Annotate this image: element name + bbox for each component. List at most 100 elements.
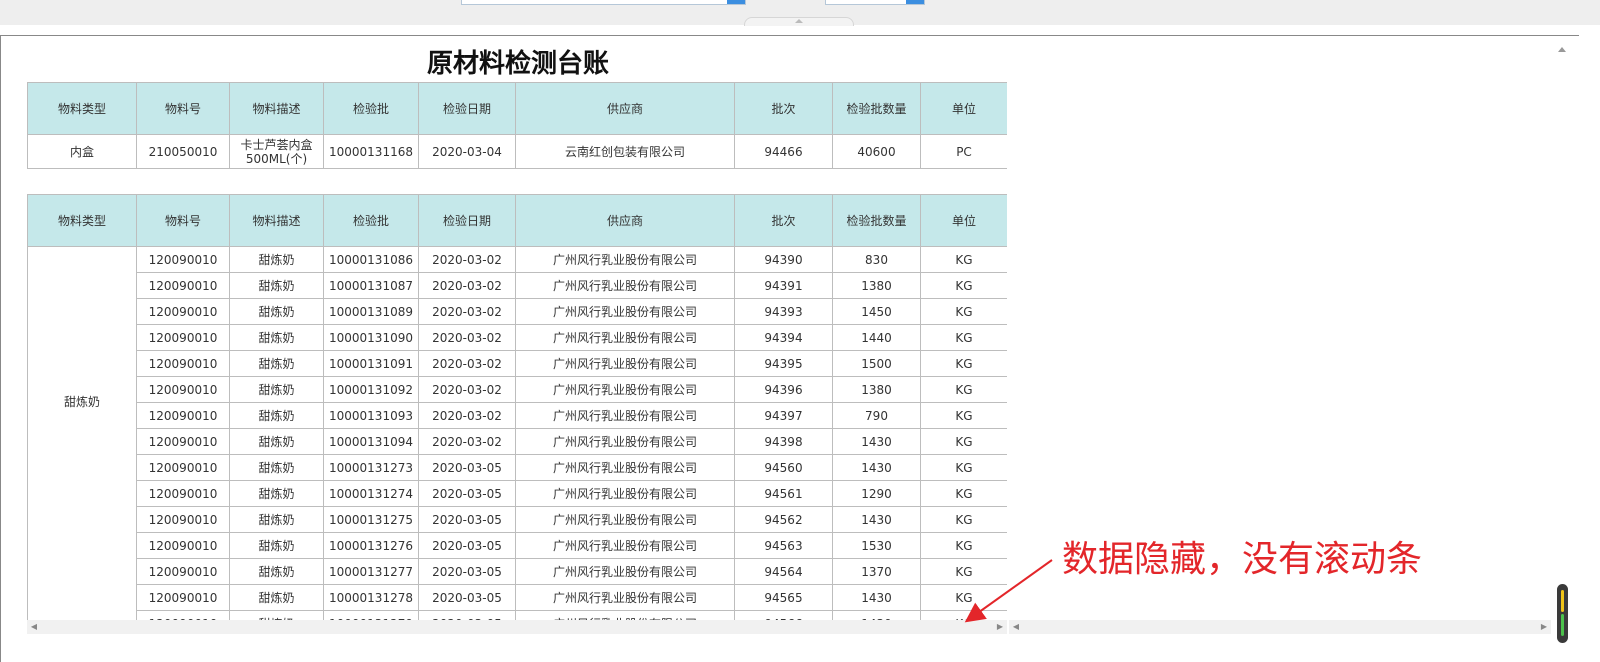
inspection-date-cell: 2020-03-02	[418, 350, 516, 377]
unit-cell: KG	[920, 506, 1007, 533]
material-no-cell: 120090010	[136, 272, 230, 299]
supplier-cell: 广州风行乳业股份有限公司	[515, 350, 735, 377]
table-row: 120090010 甜炼奶 10000131091 2020-03-02 广州风行乳业股…	[28, 350, 1007, 377]
horizontal-scrollbar-right[interactable]: ◀ ▶	[1009, 620, 1551, 634]
lot-qty-cell: 1430	[832, 428, 921, 455]
table-row: 120090010 甜炼奶 10000131092 2020-03-02 广州风行乳业股…	[28, 376, 1007, 403]
material-desc-cell: 甜炼奶	[229, 298, 324, 325]
report-viewport: 物料类型 物料号 物料描述 检验批 检验日期 供应商 批次 检验批数量 单位 内…	[27, 82, 1007, 620]
table-row: 120090010甜炼奶100001312792020-03-05广州风行乳业股…	[28, 610, 1007, 620]
table-row: 120090010 甜炼奶 10000131274 2020-03-05 广州风行乳业股…	[28, 480, 1007, 507]
table-header-row: 物料类型 物料号 物料描述 检验批 检验日期 供应商 批次 检验批数量 单位	[27, 194, 1007, 247]
inspection-date-cell: 2020-03-05	[418, 610, 516, 620]
inspection-lot-cell: 10000131087	[323, 272, 419, 299]
batch-cell: 94466	[734, 134, 833, 169]
table-row: 120090010 甜炼奶 10000131277 2020-03-05 广州风行乳业股…	[28, 558, 1007, 585]
lot-qty-cell: 1530	[832, 532, 921, 559]
col-lot-qty: 检验批数量	[832, 82, 921, 135]
scroll-left-icon[interactable]: ◀	[27, 620, 41, 634]
scroll-right-icon[interactable]: ▶	[1537, 620, 1551, 634]
inspection-lot-cell: 10000131089	[323, 298, 419, 325]
batch-cell: 94398	[734, 428, 833, 455]
table-row: 内盒 210050010 卡士芦荟内盒500ML(个) 10000131168 2020…	[27, 134, 1007, 169]
material-desc-cell: 甜炼奶	[229, 350, 324, 377]
annotation-text: 数据隐藏，没有滚动条	[1062, 539, 1423, 580]
col-material-desc: 物料描述	[229, 194, 324, 247]
material-no-cell: 210050010	[136, 134, 230, 169]
col-batch: 批次	[734, 194, 833, 247]
table-row: 120090010 甜炼奶 10000131275 2020-03-05 广州风行乳业股…	[28, 506, 1007, 533]
factory-select[interactable]	[461, 0, 746, 5]
material-no-cell: 120090010	[136, 246, 230, 273]
supplier-cell: 广州风行乳业股份有限公司	[515, 428, 735, 455]
material-no-cell: 120090010	[136, 402, 230, 429]
inspection-date-cell: 2020-03-02	[418, 298, 516, 325]
supplier-cell: 广州风行乳业股份有限公司	[515, 454, 735, 481]
supplier-cell: 广州风行乳业股份有限公司	[515, 246, 735, 273]
table-row: 120090010 甜炼奶 10000131089 2020-03-02 广州风行乳业股…	[28, 298, 1007, 325]
side-widget-handle[interactable]	[1557, 584, 1568, 643]
inspection-date-cell: 2020-03-05	[418, 558, 516, 585]
inspection-lot-cell: 10000131168	[323, 134, 419, 169]
scroll-up-icon[interactable]	[1558, 47, 1566, 52]
batch-cell: 94566	[734, 610, 833, 620]
unit-cell: KG	[920, 402, 1007, 429]
batch-cell: 94560	[734, 454, 833, 481]
material-desc-cell: 甜炼奶	[229, 584, 324, 611]
table-row: 120090010 甜炼奶 10000131276 2020-03-05 广州风行乳业股…	[28, 532, 1007, 559]
collapse-toggle[interactable]	[744, 17, 854, 26]
table-row: 120090010 甜炼奶 10000131087 2020-03-02 广州风行乳业股…	[28, 272, 1007, 299]
unit-cell: KG	[920, 324, 1007, 351]
material-desc-cell: 甜炼奶	[229, 402, 324, 429]
lot-qty-cell: 1430	[832, 506, 921, 533]
lot-qty-cell: 1430	[832, 454, 921, 481]
lot-qty-cell: 790	[832, 402, 921, 429]
horizontal-scrollbar-left[interactable]: ◀ ▶	[27, 620, 1007, 634]
material-desc-cell: 甜炼奶	[229, 558, 324, 585]
widget-indicator-icon	[1561, 614, 1564, 636]
factory-select-dropdown-button[interactable]	[727, 0, 745, 4]
lot-qty-cell: 1430	[832, 610, 921, 620]
material-no-cell: 120090010	[136, 454, 230, 481]
batch-cell: 94564	[734, 558, 833, 585]
material-type-cell: 内盒	[27, 134, 137, 169]
inspection-lot-cell: 10000131279	[323, 610, 419, 620]
col-material-no: 物料号	[136, 194, 230, 247]
second-select[interactable]	[825, 0, 925, 5]
supplier-cell: 广州风行乳业股份有限公司	[515, 532, 735, 559]
inspection-date-cell: 2020-03-05	[418, 454, 516, 481]
col-supplier: 供应商	[515, 82, 735, 135]
table-row: 120090010 甜炼奶 10000131093 2020-03-02 广州风行乳业股…	[28, 402, 1007, 429]
inspection-lot-cell: 10000131086	[323, 246, 419, 273]
widget-indicator-icon	[1561, 590, 1564, 612]
col-unit: 单位	[920, 82, 1007, 135]
material-desc-cell: 甜炼奶	[229, 376, 324, 403]
material-no-cell: 120090010	[136, 584, 230, 611]
table-inner-box: 物料类型 物料号 物料描述 检验批 检验日期 供应商 批次 检验批数量 单位 内…	[27, 82, 1007, 169]
inspection-lot-cell: 10000131090	[323, 324, 419, 351]
inspection-lot-cell: 10000131275	[323, 506, 419, 533]
lot-qty-cell: 1450	[832, 298, 921, 325]
table-condensed-milk: 物料类型 物料号 物料描述 检验批 检验日期 供应商 批次 检验批数量 单位 甜…	[27, 194, 1007, 620]
supplier-cell: 广州风行乳业股份有限公司	[515, 272, 735, 299]
material-desc-cell: 甜炼奶	[229, 246, 324, 273]
inspection-lot-cell: 10000131093	[323, 402, 419, 429]
report-title: 原材料检测台账	[426, 49, 609, 79]
lot-qty-cell: 1440	[832, 324, 921, 351]
second-select-dropdown-button[interactable]	[906, 0, 924, 4]
lot-qty-cell: 40600	[832, 134, 921, 169]
col-inspection-lot: 检验批	[323, 194, 419, 247]
col-inspection-lot: 检验批	[323, 82, 419, 135]
collapse-up-icon	[795, 19, 803, 23]
col-supplier: 供应商	[515, 194, 735, 247]
inspection-date-cell: 2020-03-02	[418, 246, 516, 273]
col-material-no: 物料号	[136, 82, 230, 135]
inspection-date-cell: 2020-03-05	[418, 480, 516, 507]
material-desc-cell: 甜炼奶	[229, 428, 324, 455]
table-row: 120090010 甜炼奶 10000131273 2020-03-05 广州风行乳业股…	[28, 454, 1007, 481]
supplier-cell: 广州风行乳业股份有限公司	[515, 376, 735, 403]
material-no-cell: 120090010	[136, 558, 230, 585]
unit-cell: KG	[920, 480, 1007, 507]
supplier-cell: 广州风行乳业股份有限公司	[515, 610, 735, 620]
table-header-row: 物料类型 物料号 物料描述 检验批 检验日期 供应商 批次 检验批数量 单位	[27, 82, 1007, 135]
